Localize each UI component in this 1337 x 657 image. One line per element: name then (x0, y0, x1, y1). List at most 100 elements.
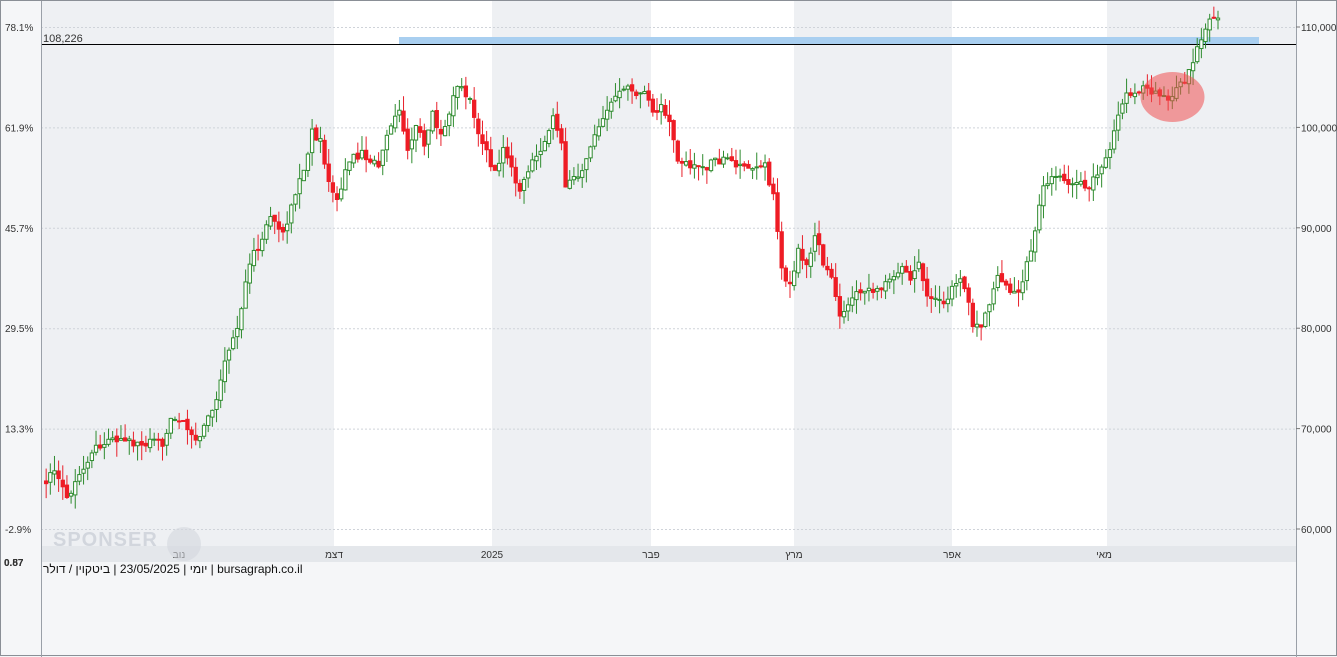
candle-up (1074, 182, 1079, 185)
candle-up (285, 223, 290, 232)
candle-up (1195, 46, 1200, 63)
candle-down (185, 418, 190, 431)
candle-up (1078, 180, 1084, 185)
candle-up (949, 285, 955, 300)
candle-down (654, 110, 660, 113)
candle-up (251, 249, 257, 267)
candle-up (1041, 185, 1046, 207)
month-band (1107, 1, 1296, 546)
candle-up (571, 176, 577, 181)
candle-up (754, 166, 759, 169)
candle-up (596, 126, 601, 137)
candle-up (588, 146, 593, 159)
x-tick-label: דצמ (325, 550, 343, 561)
candle-down (255, 248, 261, 251)
candle-down (800, 248, 805, 261)
candle-down (829, 268, 834, 278)
candle-down (334, 193, 340, 200)
candle-up (987, 304, 992, 313)
candle-up (1103, 157, 1108, 168)
candle-up (247, 263, 252, 284)
watermark-text: SPONSER (53, 529, 158, 551)
candle-up (866, 287, 872, 292)
candle-up (305, 153, 311, 171)
candle-up (339, 188, 344, 200)
candle-up (604, 109, 610, 120)
candle-down (193, 434, 198, 441)
candle-up (52, 470, 57, 475)
candle-up (937, 298, 942, 301)
month-band (492, 1, 651, 546)
candle-up (451, 95, 456, 117)
candle-down (837, 296, 843, 317)
candle-down (492, 164, 498, 171)
candle-down (783, 267, 788, 282)
y-tick-label-left: 45.7% (5, 224, 33, 235)
candle-down (929, 296, 934, 300)
candle-down (355, 152, 360, 160)
candle-up (496, 162, 502, 172)
resistance-band (399, 37, 1259, 44)
candle-down (816, 233, 822, 246)
candle-down (962, 276, 967, 290)
candle-up (891, 276, 897, 281)
candle-down (879, 287, 884, 291)
candle-up (750, 168, 755, 171)
candle-up (372, 159, 377, 165)
candle-up (172, 418, 178, 421)
candle-up (1045, 183, 1050, 187)
candle-down (742, 163, 747, 167)
candle-up (397, 109, 402, 116)
candle-down (43, 480, 49, 485)
y-tick-label-right: 80,000 (1301, 324, 1332, 335)
candle-up (812, 235, 818, 252)
candle-down (1211, 16, 1217, 19)
candle-down (804, 259, 809, 266)
candle-up (567, 179, 572, 189)
candle-up (983, 312, 988, 327)
x-tick-label: אפר (943, 550, 961, 561)
candle-down (675, 140, 680, 162)
candle-up (550, 115, 556, 130)
candle-up (301, 169, 306, 182)
candle-up (846, 304, 851, 312)
candle-down (484, 141, 489, 151)
candle-up (933, 297, 938, 300)
candle-up (309, 128, 315, 154)
candle-up (958, 278, 963, 283)
candle-down (924, 278, 930, 297)
highlight-zone (1140, 72, 1205, 122)
candle-down (1136, 91, 1142, 94)
candle-down (422, 130, 427, 147)
candle-down (463, 85, 469, 98)
candle-up (447, 113, 452, 127)
candle-down (131, 439, 136, 447)
candle-down (999, 273, 1005, 283)
candle-up (455, 85, 460, 98)
x-tick-label: מאי (1096, 550, 1112, 561)
candle-up (1091, 176, 1096, 191)
candle-up (222, 360, 228, 383)
candle-up (318, 138, 323, 142)
candle-up (1037, 204, 1042, 231)
month-bands (41, 1, 1296, 546)
candle-up (592, 134, 597, 147)
candle-up (430, 110, 435, 132)
candlestick-chart: 108,226 נובדצמ2025פברמרץאפרמאי 60,00070,… (4, 1, 1337, 657)
candle-up (1053, 175, 1059, 178)
candle-down (966, 287, 971, 303)
candle-down (629, 84, 635, 92)
candle-down (563, 141, 568, 188)
candle-up (862, 290, 867, 294)
candle-up (887, 278, 892, 283)
candle-up (1203, 28, 1208, 42)
candle-down (401, 110, 406, 132)
candle-up (501, 147, 506, 164)
candle-up (77, 474, 82, 482)
candle-down (139, 441, 144, 446)
candle-up (791, 270, 797, 287)
candle-up (546, 130, 552, 144)
candle-down (509, 155, 514, 168)
candle-up (230, 337, 236, 350)
month-band (334, 1, 492, 546)
